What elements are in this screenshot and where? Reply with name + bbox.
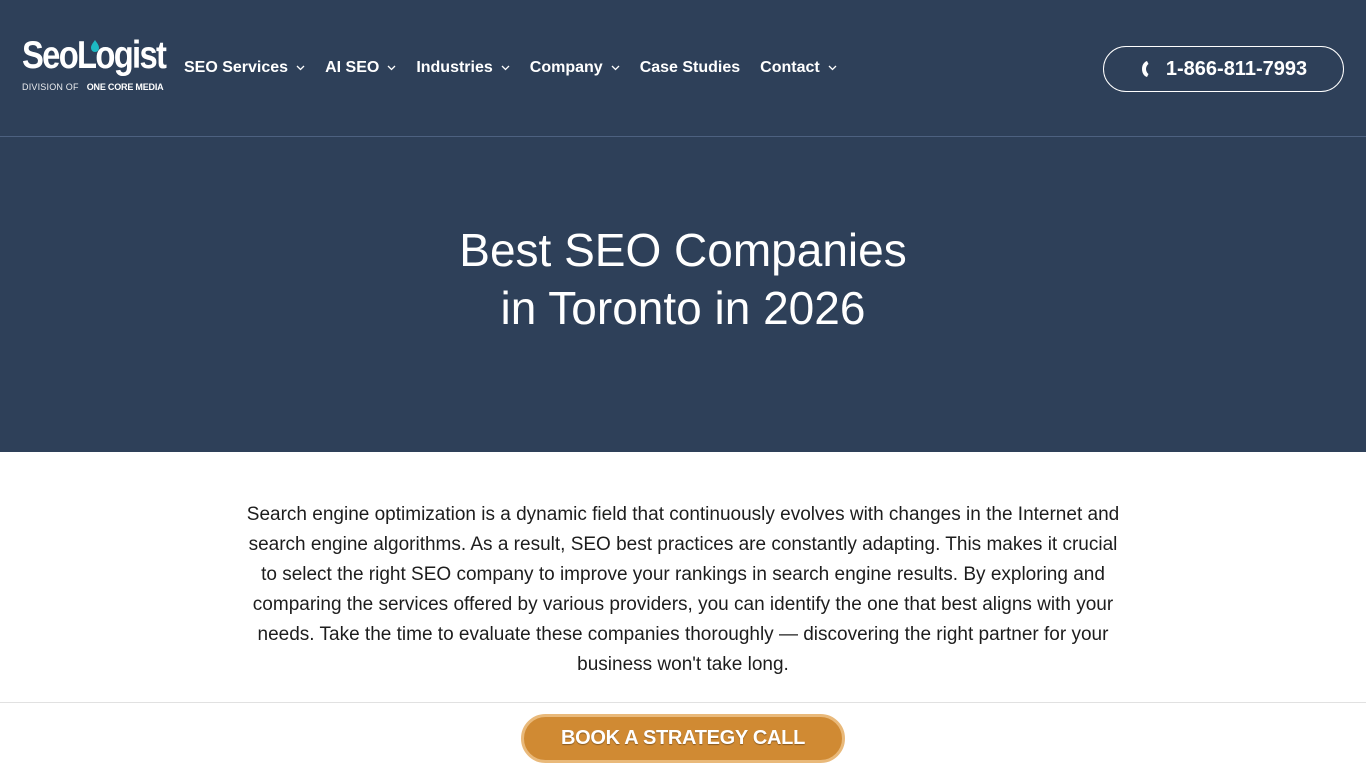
- nav-item-company[interactable]: Company: [530, 59, 620, 77]
- page-title-line-1: Best SEO Companies: [459, 224, 907, 276]
- nav-item-case-studies[interactable]: Case Studies: [640, 59, 740, 77]
- chevron-down-icon: [611, 65, 620, 71]
- nav-item-label: Company: [529, 59, 603, 76]
- nav-item-seo-services[interactable]: SEO Services: [184, 59, 305, 77]
- phone-call-button[interactable]: 1-866-811-7993: [1103, 46, 1344, 92]
- nav-item-label: Contact: [760, 59, 820, 76]
- book-strategy-call-button[interactable]: BOOK A STRATEGY CALL: [521, 714, 845, 763]
- nav-item-contact[interactable]: Contact: [760, 59, 837, 77]
- logo-division-prefix: DIVISION OF: [22, 82, 79, 92]
- nav-item-industries[interactable]: Industries: [416, 59, 510, 77]
- chevron-down-icon: [296, 65, 305, 71]
- seologist-logo[interactable]: SeoLogist DIVISION OF ONE CORE MEDIA: [22, 34, 167, 98]
- phone-number: 1-866-811-7993: [1165, 57, 1308, 80]
- logo-wordmark: SeoLogist: [22, 34, 167, 77]
- chevron-down-icon: [828, 65, 837, 71]
- sticky-cta-bar: BOOK A STRATEGY CALL: [0, 702, 1366, 768]
- logo-division-brand: ONE CORE MEDIA: [86, 82, 164, 92]
- main-nav: SEO Services AI SEO Industries Company C…: [184, 56, 857, 80]
- chevron-down-icon: [501, 65, 510, 71]
- nav-item-label: SEO Services: [184, 59, 289, 76]
- nav-item-label: Industries: [416, 59, 493, 76]
- site-header: SeoLogist DIVISION OF ONE CORE MEDIA SEO…: [0, 0, 1366, 137]
- logo-drop-icon: [91, 40, 99, 52]
- chevron-down-icon: [387, 65, 396, 71]
- nav-item-label: Case Studies: [639, 59, 741, 76]
- nav-item-label: AI SEO: [325, 59, 380, 76]
- hero-section: Best SEO Companies in Toronto in 2026: [0, 137, 1366, 452]
- nav-item-ai-seo[interactable]: AI SEO: [325, 59, 396, 77]
- logo-division-line: DIVISION OF ONE CORE MEDIA: [22, 82, 164, 92]
- page-title-line-2: in Toronto in 2026: [500, 282, 866, 334]
- phone-icon: [1141, 61, 1149, 77]
- page-title: Best SEO Companies in Toronto in 2026: [383, 221, 983, 337]
- intro-paragraph: Search engine optimization is a dynamic …: [246, 504, 1120, 675]
